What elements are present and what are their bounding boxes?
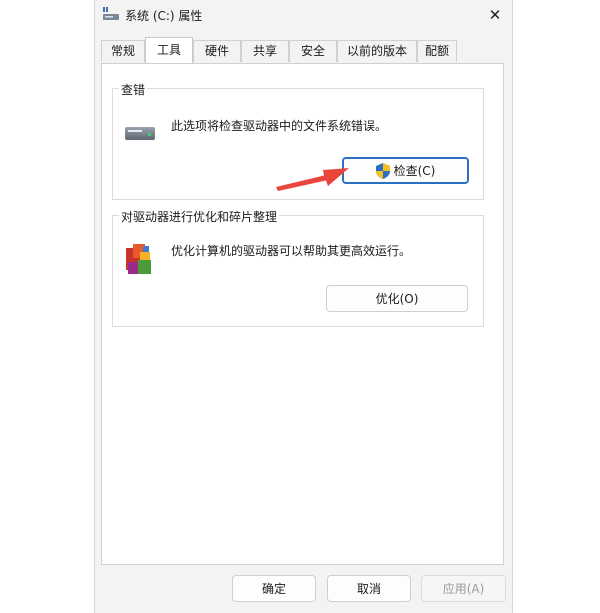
tab-label: 配额 — [424, 44, 449, 58]
tab-sharing[interactable]: 共享 — [241, 40, 289, 62]
optimize-button-label: 优化(O) — [375, 292, 419, 306]
tab-label: 安全 — [300, 44, 325, 58]
tab-tools[interactable]: 工具 — [145, 37, 193, 63]
annotation-arrow-icon — [276, 168, 349, 191]
ok-button[interactable]: 确定 — [232, 575, 316, 602]
cancel-button-label: 取消 — [356, 582, 381, 596]
tab-label: 以前的版本 — [346, 44, 407, 58]
tab-hardware[interactable]: 硬件 — [193, 40, 241, 62]
close-button[interactable]: ✕ — [478, 0, 512, 30]
tab-quota[interactable]: 配额 — [417, 40, 457, 62]
check-button-label: 检查(C) — [393, 164, 436, 178]
optimize-title: 对驱动器进行优化和碎片整理 — [119, 208, 280, 225]
tab-general[interactable]: 常规 — [101, 40, 145, 62]
defrag-icon — [126, 244, 151, 274]
drive-icon — [125, 127, 155, 140]
check-button[interactable]: 检查(C) — [342, 157, 469, 184]
tab-label: 常规 — [110, 44, 135, 58]
tab-label: 工具 — [156, 43, 181, 57]
optimize-button[interactable]: 优化(O) — [326, 285, 468, 312]
apply-button: 应用(A) — [421, 575, 506, 602]
tab-label: 硬件 — [204, 44, 229, 58]
tab-previous-versions[interactable]: 以前的版本 — [337, 40, 417, 62]
error-check-title: 查错 — [119, 81, 148, 98]
error-check-description: 此选项将检查驱动器中的文件系统错误。 — [171, 119, 388, 133]
tab-security[interactable]: 安全 — [289, 40, 337, 62]
shield-icon — [375, 162, 390, 179]
properties-dialog: 系统 (C:) 属性 ✕ 常规 工具 硬件 共享 安全 以前的版本 配额 查错 — [94, 0, 513, 613]
drive-window-icon — [103, 7, 119, 20]
window-title: 系统 (C:) 属性 — [125, 9, 203, 23]
tools-panel: 查错 此选项将检查驱动器中的文件系统错误。 检查(C) 对驱动器进行优化和碎片整… — [101, 63, 504, 565]
title-bar: 系统 (C:) 属性 ✕ — [95, 0, 512, 32]
close-icon: ✕ — [488, 6, 502, 24]
cancel-button[interactable]: 取消 — [327, 575, 411, 602]
ok-button-label: 确定 — [261, 582, 286, 596]
optimize-description: 优化计算机的驱动器可以帮助其更高效运行。 — [171, 244, 412, 258]
tab-label: 共享 — [252, 44, 277, 58]
apply-button-label: 应用(A) — [442, 582, 485, 596]
optimize-group: 对驱动器进行优化和碎片整理 优化计算机的驱动器可以帮助其更高效运行。 优化(O) — [112, 208, 484, 327]
